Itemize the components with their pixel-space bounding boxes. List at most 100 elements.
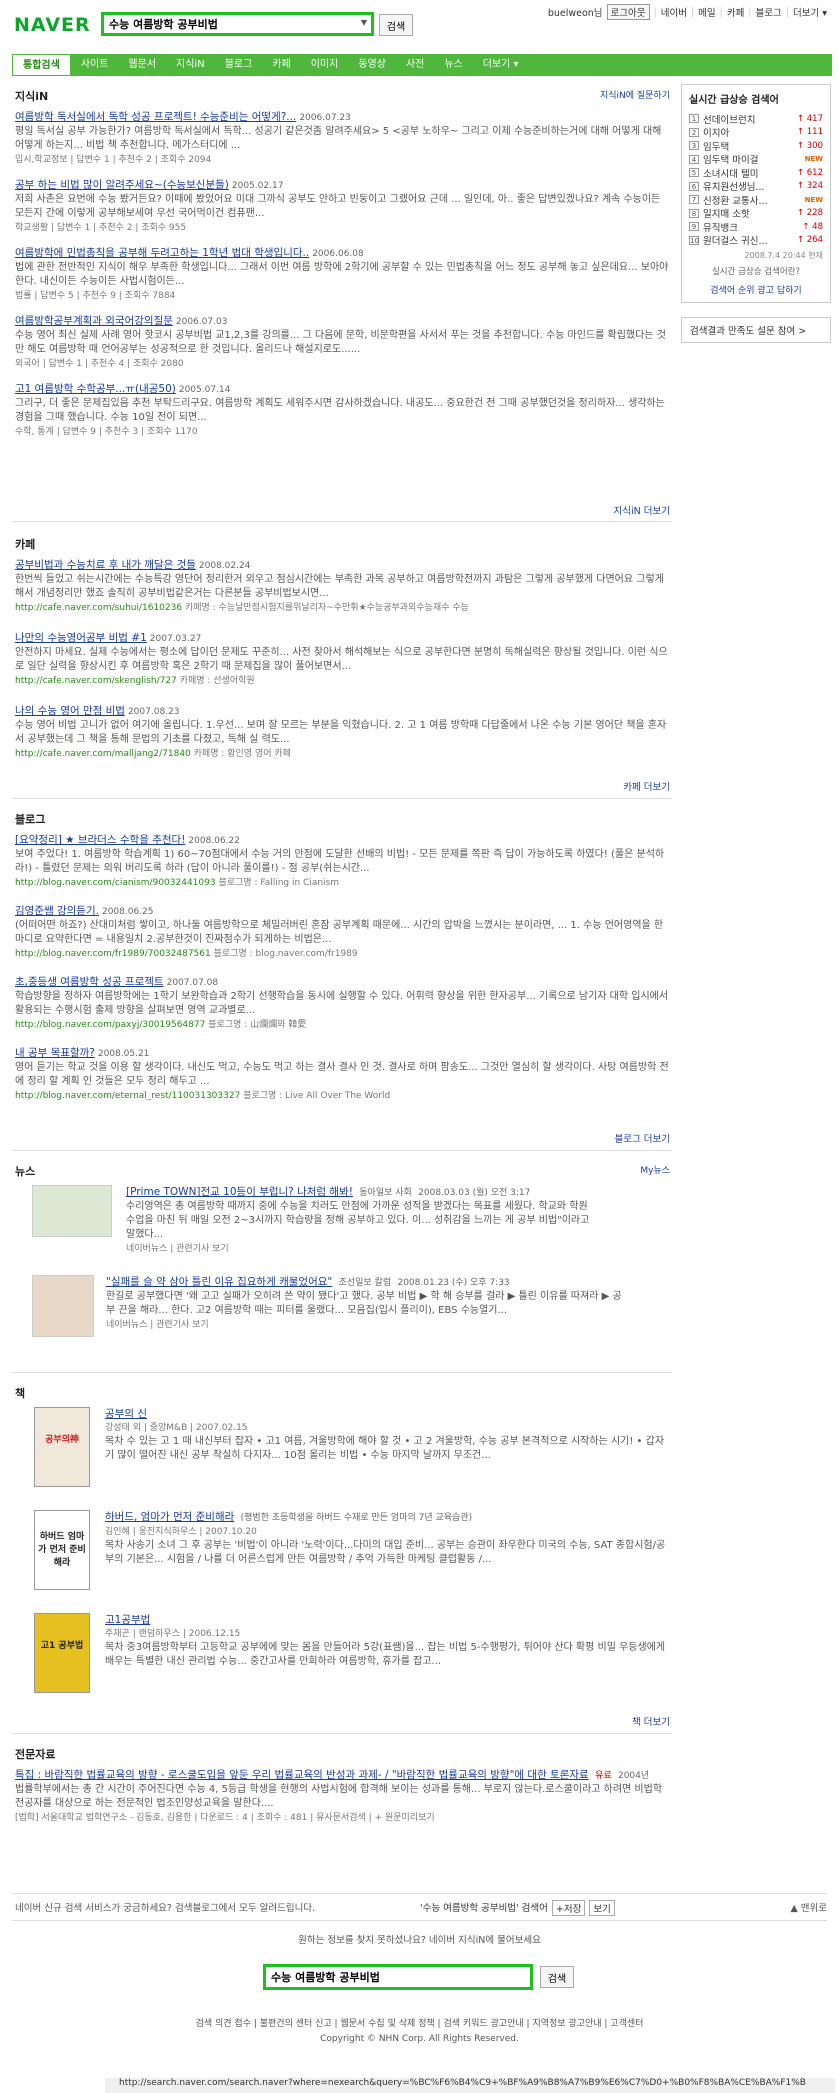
result-link[interactable]: 특집 : 바람직한 법률교육의 방향 - 로스쿨도입을 앞둔 우리 법률교육의 … [15, 1769, 589, 1781]
search-tabs: 통합검색 사이트 웹문서 지식iN 블로그 카페 이미지 동영상 사전 뉴스 더… [12, 54, 832, 76]
save-button[interactable]: +저장 [551, 1900, 586, 1916]
news-links[interactable]: 네이버뉴스 | 관련기사 보기 [126, 1242, 596, 1256]
naver-logo[interactable]: NAVER [14, 14, 91, 36]
paper-section: 전문자료 특집 : 바람직한 법률교육의 방향 - 로스쿨도입을 앞둔 우리 법… [15, 1746, 670, 1836]
bottom-search-input[interactable] [266, 1967, 521, 1987]
jisik-more-link[interactable]: 지식iN 더보기 [614, 503, 670, 517]
book-cover[interactable]: 공부의神 [34, 1407, 90, 1487]
bottom-search-button[interactable]: 검색 [540, 1966, 574, 1988]
result-link[interactable]: 여름방학 독서실에서 독학 성공 프로젝트! 수능준비는 어떻게?... [15, 111, 296, 123]
search-input[interactable] [104, 15, 344, 33]
list-item: 공부 하는 비법 많이 알려주세요~(수능보신분들) 2005.02.17 저희 … [15, 179, 661, 233]
list-item: 나의 수능 영어 만점 비법 2007.08.23 수능 영어 비법 고니가 없어… [15, 705, 667, 759]
tab-image[interactable]: 이미지 [301, 54, 349, 76]
result-url[interactable]: http://blog.naver.com/paxyj/30019564877 [15, 1020, 205, 1030]
result-link[interactable]: [Prime TOWN]전교 10등이 부럽니? 나처럼 해봐! [126, 1186, 353, 1198]
rank-item[interactable]: 9 뮤직뱅크 ↑ 48 [689, 220, 823, 234]
search-button[interactable]: 검색 [379, 14, 413, 36]
result-url[interactable]: http://cafe.naver.com/suhui/1610236 [15, 603, 182, 613]
search-box: ▼ [101, 12, 374, 36]
result-link[interactable]: [요약정리] ★ 브라더스 수학을 추천다! [15, 834, 185, 846]
back-to-top-link[interactable]: ▲ 맨위로 [790, 1900, 827, 1914]
tab-news[interactable]: 뉴스 [434, 54, 472, 76]
survey-button[interactable]: 검색결과 만족도 설문 참여 > [681, 317, 831, 343]
list-item: 김영준쌤 강의듣기. 2008.06.25 (어떠어떤 하죠?) 산대미처럼 쌓이… [15, 905, 664, 959]
rank-item[interactable]: 2 이지아 ↑ 111 [689, 126, 823, 139]
divider [12, 1920, 827, 1921]
tab-site[interactable]: 사이트 [71, 54, 119, 76]
result-link[interactable]: 공부의 신 [105, 1408, 147, 1420]
book-cover[interactable]: 하버드 엄마가 먼저 준비해라 [34, 1510, 90, 1590]
section-title: 뉴스 [15, 1165, 36, 1178]
tab-cafe[interactable]: 카페 [262, 54, 300, 76]
result-link[interactable]: 내 공부 목표할까? [15, 1047, 95, 1059]
result-url[interactable]: http://blog.naver.com/eternal_rest/11003… [15, 1091, 240, 1101]
news-links[interactable]: 네이버뉴스 | 관련기사 보기 [106, 1318, 626, 1332]
link-more[interactable]: 더보기 ▾ [793, 5, 827, 19]
result-link[interactable]: 고1 여름방학 수학공부...ㅠ(내공50) [15, 383, 176, 395]
rank-item[interactable]: 5 소녀시대 텔미 ↑ 612 [689, 166, 823, 180]
rank-item[interactable]: 6 유치원선생님... ↑ 324 [689, 180, 823, 193]
book-more-link[interactable]: 책 더보기 [632, 1714, 670, 1728]
result-url[interactable]: http://cafe.naver.com/malljang2/71840 [15, 749, 191, 759]
result-url[interactable]: http://blog.naver.com/cianism/9003244109… [15, 878, 216, 888]
section-title: 카페 [15, 538, 36, 551]
ask-jisik-link[interactable]: 지식iN에 질문하기 [600, 88, 670, 101]
result-link[interactable]: 고1공부법 [105, 1614, 150, 1626]
my-news-link[interactable]: My뉴스 [640, 1163, 670, 1176]
book-section: 책 [15, 1385, 670, 1407]
result-link[interactable]: 하버드, 엄마가 먼저 준비해라 [105, 1511, 234, 1523]
tab-integrated[interactable]: 통합검색 [12, 54, 71, 76]
link-naver[interactable]: 네이버 [661, 5, 687, 19]
result-link[interactable]: 김영준쌤 강의듣기. [15, 905, 99, 917]
link-mail[interactable]: 메일 [698, 5, 715, 19]
link-cafe[interactable]: 카페 [727, 5, 744, 19]
rank-help-link[interactable]: 실시간 급상승 검색어란? [689, 265, 823, 277]
sidebar-title: 실시간 급상승 검색어 [689, 95, 779, 106]
rank-item[interactable]: 8 일지매 소핫 ↑ 228 [689, 207, 823, 220]
tab-blog[interactable]: 블로그 [215, 54, 263, 76]
list-item: 내 공부 목표할까? 2008.05.21 영어 듣기는 학교 것을 이용 할 생… [15, 1047, 669, 1101]
divider [12, 1372, 672, 1373]
footer-notice[interactable]: 네이버 신규 검색 서비스가 궁금하세요? 검색블로그에서 모두 알려드립니다. [15, 1900, 315, 1914]
tab-more[interactable]: 더보기 ▾ [473, 54, 529, 76]
section-title: 책 [15, 1387, 26, 1400]
rank-item[interactable]: 10 원더걸스 귀신... ↑ 264 [689, 234, 823, 247]
blog-section: 블로그 [요약정리] ★ 브라더스 수학을 추천다! 2008.06.22 보여 … [15, 811, 670, 1114]
chevron-down-icon[interactable]: ▼ [361, 18, 367, 27]
result-link[interactable]: 나의 수능 영어 만점 비법 [15, 705, 125, 717]
divider [12, 1733, 672, 1734]
result-link[interactable]: 공부 하는 비법 많이 알려주세요~(수능보신분들) [15, 179, 229, 191]
rank-answer-link[interactable]: 검색어 순위 광고 답하기 [689, 283, 823, 296]
news-thumbnail[interactable] [32, 1185, 112, 1237]
cafe-more-link[interactable]: 카페 더보기 [623, 779, 670, 793]
result-url[interactable]: http://cafe.naver.com/skenglish/727 [15, 676, 177, 686]
rank-item[interactable]: 1 선데이브런치 ↑ 417 [689, 112, 823, 126]
result-link[interactable]: 초,중등생 여름방학 성공 프로젝트 [15, 976, 164, 988]
result-link[interactable]: 여름방학에 민법총칙을 공부해 두려고하는 1학년 법대 학생입니다.. [15, 247, 309, 259]
result-url[interactable]: http://blog.naver.com/fr1989/70032487561 [15, 949, 211, 959]
tab-jisik[interactable]: 지식iN [166, 54, 215, 76]
footer-links[interactable]: 검색 의견 접수 | 불편건의 센터 신고 | 웹문서 수집 및 삭제 정책 |… [0, 2016, 839, 2029]
link-blog[interactable]: 블로그 [756, 5, 782, 19]
blog-more-link[interactable]: 블로그 더보기 [615, 1131, 670, 1145]
ask-jisik-notice[interactable]: 원하는 정보를 찾지 못하셨나요? 네이버 지식iN에 물어보세요 [0, 1932, 839, 1946]
rank-item[interactable]: 4 임두택 마이걸 NEW [689, 153, 823, 166]
result-link[interactable]: 나만의 수능영어공부 비법 #1 [15, 632, 147, 644]
tab-video[interactable]: 동영상 [348, 54, 396, 76]
section-title: 블로그 [15, 813, 46, 826]
logout-button[interactable]: 로그아웃 [606, 4, 650, 20]
result-link[interactable]: 공부비법과 수능치료 후 내가 깨달은 것들 [15, 559, 196, 571]
sidebar: 실시간 급상승 검색어 1 선데이브런치 ↑ 417 2 이지아 ↑ 111 3 임두택 ↑… [681, 84, 831, 343]
result-link[interactable]: 여름방학공부계획과 외국어강의질문 [15, 315, 173, 327]
tab-webdoc[interactable]: 웹문서 [118, 54, 166, 76]
list-item: [Prime TOWN]전교 10등이 부럽니? 나처럼 해봐! 동아일보 사회… [126, 1185, 596, 1267]
bottom-search-box [263, 1964, 533, 1990]
result-link[interactable]: "실패를 슬 약 삼아 틀린 이유 집요하게 캐물었어요" [106, 1276, 332, 1288]
tab-dictionary[interactable]: 사전 [396, 54, 434, 76]
rank-item[interactable]: 3 임두택 ↑ 300 [689, 139, 823, 153]
news-thumbnail[interactable] [32, 1275, 94, 1337]
book-cover[interactable]: 고1 공부법 [34, 1613, 90, 1693]
rank-item[interactable]: 7 신정환 교통사... NEW [689, 193, 823, 207]
view-button[interactable]: 보기 [589, 1900, 615, 1916]
